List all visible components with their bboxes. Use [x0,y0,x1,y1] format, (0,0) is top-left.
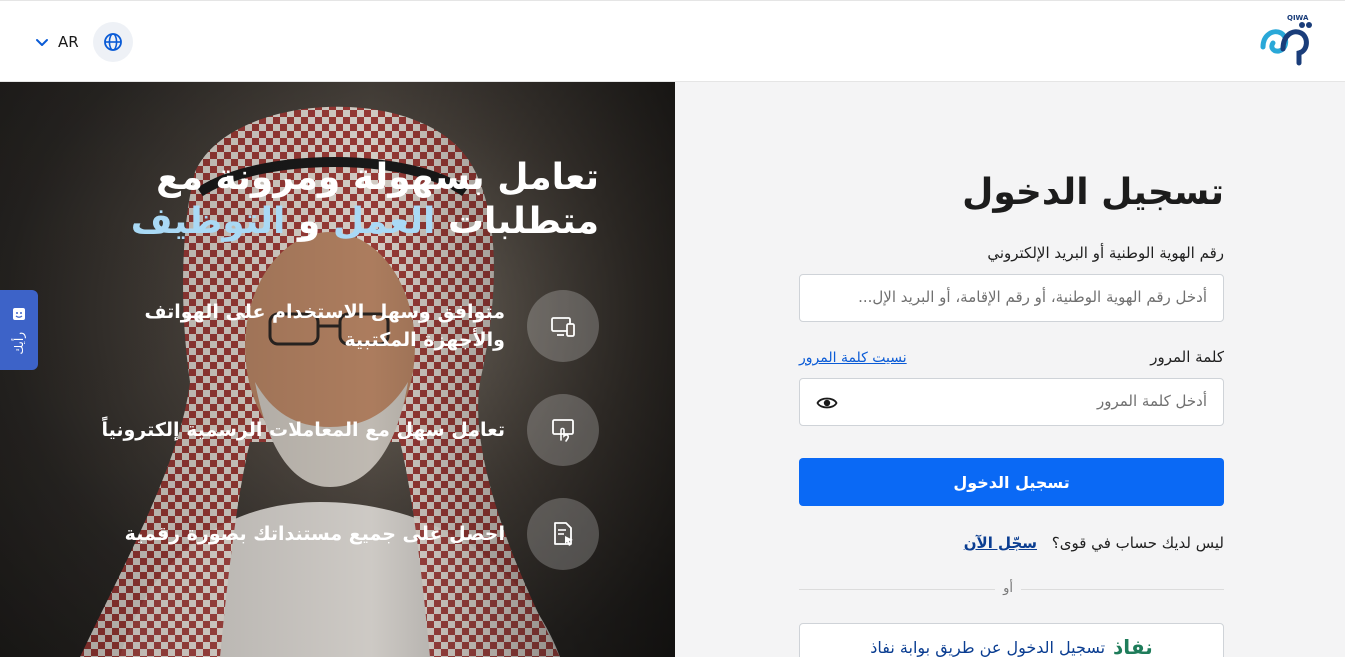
svg-text:QIWA: QIWA [1287,14,1309,22]
smile-icon [13,307,25,320]
feedback-tab[interactable]: رأيك [0,290,38,370]
feature-text-line: احصل على جميع مستنداتك بصورة رقمية [124,523,505,545]
password-field-label: كلمة المرور [1150,348,1224,366]
feature-text: احصل على جميع مستنداتك بصورة رقمية [125,520,505,548]
id-field-label: رقم الهوية الوطنية أو البريد الإلكتروني [987,244,1224,262]
chevron-down-icon [36,39,48,46]
monitor-touch-icon [552,419,574,442]
hero-title: تعامل بسهولة ومرونة مع متطلبات العمل و ا… [131,156,599,244]
feedback-label: رأيك [12,331,26,355]
login-button[interactable]: تسجيل الدخول [799,458,1224,506]
language-switcher[interactable]: AR [34,22,133,62]
nafath-login-button[interactable]: نفاذ تسجيل الدخول عن طريق بوابة نفاذ [799,623,1224,657]
id-email-input[interactable]: أدخل رقم الهوية الوطنية، أو رقم الإقامة،… [799,274,1224,322]
no-account-text: ليس لديك حساب في قوى؟ [1051,534,1224,552]
globe-icon [103,33,122,51]
eye-icon[interactable] [816,392,838,414]
hero-title-word: متطلبات [447,201,599,242]
feature-icon-circle [527,394,599,466]
feature-text-line: والأجهزة المكتبية [344,329,505,351]
qiwa-logo[interactable]: QIWA [1257,11,1319,69]
register-now-link[interactable]: سجّل الآن [964,534,1037,552]
feature-icon-circle [527,290,599,362]
nafath-logo: نفاذ [1113,635,1153,657]
register-prompt: ليس لديك حساب في قوى؟ سجّل الآن [964,534,1224,552]
language-label: AR [58,33,79,51]
feature-item-devices: متوافق وسهل الاستخدام على الهواتف والأجه… [144,290,599,362]
feature-item-documents: احصل على جميع مستنداتك بصورة رقمية [125,498,599,570]
feature-text: تعامل سهل مع المعاملات الرسمية إلكترونيا… [101,416,505,444]
hero-panel: تعامل بسهولة ومرونة مع متطلبات العمل و ا… [0,82,675,657]
hero-title-line2: متطلبات العمل و التوظيف [131,200,599,244]
feature-text-line: تعامل سهل مع المعاملات الرسمية إلكترونيا… [101,419,505,441]
password-placeholder: أدخل كلمة المرور [1096,392,1207,410]
document-cursor-icon [554,522,573,546]
globe-button[interactable] [92,22,133,62]
feature-text-line: متوافق وسهل الاستخدام على الهواتف [144,301,505,323]
page-title: تسجيل الدخول [962,172,1224,213]
password-input[interactable]: أدخل كلمة المرور [799,378,1224,426]
nafath-login-label: تسجيل الدخول عن طريق بوابة نفاذ [870,637,1106,657]
feature-icon-circle [527,498,599,570]
or-separator: أو [995,581,1021,596]
devices-icon [551,317,575,337]
feature-text: متوافق وسهل الاستخدام على الهواتف والأجه… [144,298,505,354]
hero-title-and: و [297,201,321,242]
hero-title-highlight-employment: التوظيف [130,201,286,242]
top-header: AR QIWA [0,0,1345,82]
hero-title-line1: تعامل بسهولة ومرونة مع [156,157,599,198]
forgot-password-link[interactable]: نسيت كلمة المرور [799,350,907,366]
hero-title-highlight-work: العمل [332,201,436,242]
login-panel: تسجيل الدخول رقم الهوية الوطنية أو البري… [675,82,1345,657]
feature-item-transactions: تعامل سهل مع المعاملات الرسمية إلكترونيا… [101,394,599,466]
id-email-placeholder: أدخل رقم الهوية الوطنية، أو رقم الإقامة،… [858,288,1207,306]
